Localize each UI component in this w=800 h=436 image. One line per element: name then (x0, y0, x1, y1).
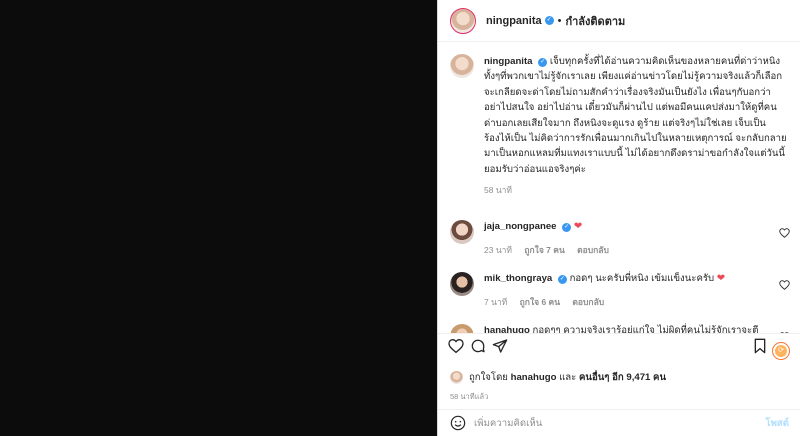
caption-username[interactable]: ningpanita (484, 56, 533, 67)
comment-item: mik_thongraya ✓ กอดๆ นะครับพี่หนิง เข้มแ… (438, 271, 800, 309)
add-comment-bar: เพิ่มความคิดเห็น โพสต์ (438, 409, 800, 436)
reel-indicator-icon[interactable]: ⟳ (772, 342, 790, 360)
comment-username[interactable]: mik_thongraya (484, 273, 552, 284)
comment-text: กอดๆ นะครับพี่หนิง เข้มแข็งนะครับ (569, 272, 715, 284)
verified-icon: ✓ (538, 58, 548, 67)
comment-meta: 7 นาที ถูกใจ 6 คน ตอบกลับ (484, 295, 764, 309)
caption-time: 58 นาที (484, 185, 513, 196)
post-timestamp[interactable]: 58 นาทีแล้ว (450, 391, 488, 403)
post-side-panel: ningpanita ✓ • กำลังติดตาม ningpanita ✓ … (437, 0, 800, 436)
comment-likes[interactable]: ถูกใจ 7 คน (524, 245, 564, 255)
commenter-avatar[interactable] (450, 219, 474, 244)
likes-summary[interactable]: ถูกใจโดย hanahugo และ คนอื่นๆ อีก 9,471 … (450, 370, 666, 385)
share-send-icon[interactable] (492, 338, 508, 354)
following-button[interactable]: กำลังติดตาม (565, 12, 625, 30)
likes-joiner: และ (559, 372, 577, 383)
post-caption: ningpanita ✓ เจ็บทุกครั้งที่ได้อ่านความค… (438, 42, 800, 199)
instagram-post-view: ningpanita ✓ • กำลังติดตาม ningpanita ✓ … (0, 0, 800, 436)
post-header: ningpanita ✓ • กำลังติดตาม (438, 0, 800, 42)
liker-avatar (450, 371, 463, 384)
likes-user[interactable]: hanahugo (511, 372, 557, 383)
like-heart-icon[interactable] (448, 338, 464, 354)
verified-icon: ✓ (544, 16, 554, 25)
red-heart-emoji-icon: ❤ (716, 272, 726, 284)
reply-button[interactable]: ตอบกลับ (572, 297, 604, 307)
comment-likes[interactable]: ถูกใจ 6 คน (520, 297, 560, 307)
verified-icon: ✓ (557, 274, 567, 284)
comment-username[interactable]: jaja_nongpanee (484, 221, 557, 232)
save-bookmark-icon[interactable] (752, 338, 768, 354)
comment-item: jaja_nongpanee ✓ ❤ 23 นาที ถูกใจ 7 คน ตอ… (438, 219, 800, 257)
comment-meta: 23 นาที ถูกใจ 7 คน ตอบกลับ (484, 243, 764, 257)
author-avatar[interactable] (450, 7, 476, 34)
post-comment-button[interactable]: โพสต์ (765, 416, 789, 431)
emoji-icon[interactable] (450, 415, 466, 431)
caption-avatar[interactable] (450, 54, 474, 78)
like-comment-heart-icon[interactable] (779, 279, 790, 290)
likes-others[interactable]: คนอื่นๆ อีก 9,471 คน (579, 370, 666, 385)
author-username[interactable]: ningpanita (486, 15, 542, 27)
add-comment-input[interactable]: เพิ่มความคิดเห็น (474, 416, 765, 431)
post-media[interactable] (0, 0, 437, 436)
post-actions-bar (438, 333, 800, 362)
caption-text: เจ็บทุกครั้งที่ได้อ่านความคิดเห็นของหลาย… (484, 56, 787, 175)
reply-button[interactable]: ตอบกลับ (577, 245, 609, 255)
comment-time: 23 นาที (484, 244, 513, 255)
comment-icon[interactable] (470, 338, 486, 354)
commenter-avatar[interactable] (450, 271, 474, 296)
comments-list[interactable]: ningpanita ✓ เจ็บทุกครั้งที่ได้อ่านความค… (438, 42, 800, 334)
red-heart-emoji-icon: ❤ (573, 220, 583, 232)
like-comment-heart-icon[interactable] (779, 227, 790, 238)
comment-time: 7 นาที (484, 296, 508, 307)
separator-dot: • (557, 14, 562, 27)
likes-prefix: ถูกใจโดย (469, 372, 508, 383)
verified-icon: ✓ (562, 222, 572, 232)
